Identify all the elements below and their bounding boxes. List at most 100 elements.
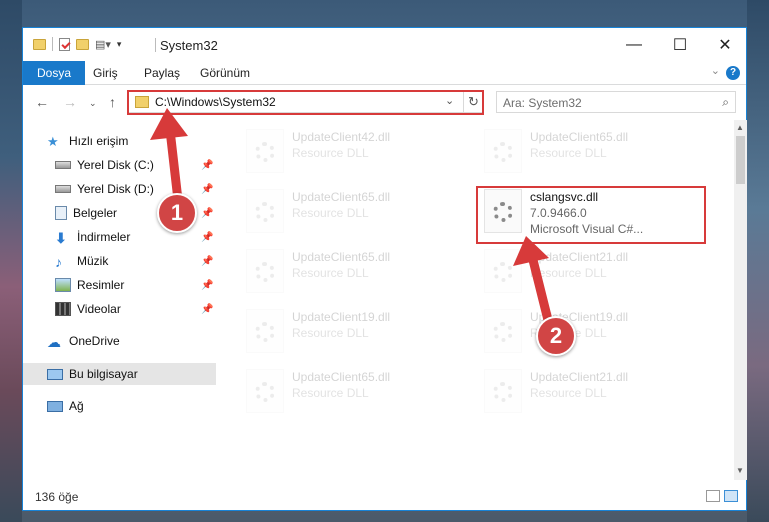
list-item-cslangsvc[interactable]: cslangsvc.dll 7.0.9466.0 Microsoft Visua…	[478, 186, 693, 236]
sidebar-item-quick-access[interactable]: ★ Hızlı erişim	[23, 130, 216, 152]
sidebar-item-label: Videolar	[77, 302, 121, 316]
cloud-icon: ☁	[47, 334, 61, 350]
list-item[interactable]: UpdateClient21.dll Resource DLL	[478, 246, 693, 296]
tab-file[interactable]: Dosya	[23, 61, 86, 85]
details-view-icon[interactable]	[706, 490, 720, 502]
pin-icon[interactable]: 📌	[201, 232, 213, 243]
pin-icon[interactable]: 📌	[201, 184, 213, 195]
step-badge-1: 1	[157, 193, 197, 233]
search-icon[interactable]: ⌕	[722, 95, 729, 110]
computer-icon	[47, 368, 63, 380]
search-box[interactable]: Ara: System32 ⌕	[496, 91, 736, 113]
pin-icon[interactable]: 📌	[201, 160, 213, 171]
pictures-icon	[55, 278, 71, 292]
dll-file-icon	[484, 369, 522, 413]
dll-file-icon	[246, 369, 284, 413]
pin-icon[interactable]: 📌	[201, 280, 213, 291]
chevron-down-icon[interactable]: ⌄	[445, 94, 454, 107]
file-version: 7.0.9466.0	[530, 206, 587, 220]
network-icon	[47, 400, 63, 412]
dll-file-icon	[246, 189, 284, 233]
dll-file-icon	[246, 129, 284, 173]
sidebar-item-label: Yerel Disk (D:)	[77, 182, 154, 196]
list-item[interactable]: UpdateClient21.dll Resource DLL	[478, 366, 693, 416]
sidebar-item-label: Müzik	[77, 254, 109, 268]
status-bar: 136 öğe	[23, 486, 746, 510]
desktop-background-left	[0, 0, 22, 522]
vertical-scrollbar[interactable]: ▲ ▼	[734, 120, 747, 480]
rename-icon[interactable]: ▤▾	[95, 38, 111, 51]
customize-toolbar-icon[interactable]: ▾	[117, 39, 122, 50]
sidebar-item-network[interactable]: Ağ	[23, 395, 216, 417]
maximize-button[interactable]: ☐	[657, 28, 703, 61]
list-item[interactable]: UpdateClient19.dll Resource DLL	[478, 306, 693, 356]
back-icon[interactable]: ←	[35, 94, 49, 110]
file-description: Resource DLL	[292, 146, 369, 160]
file-name: UpdateClient65.dll	[292, 250, 391, 264]
dll-file-icon	[484, 309, 522, 353]
item-count: 136 öğe	[35, 490, 79, 504]
file-name: UpdateClient65.dll	[292, 370, 391, 384]
sidebar-item-label: Hızlı erişim	[69, 134, 129, 148]
sidebar-item-drive-c[interactable]: Yerel Disk (C:) 📌	[23, 154, 216, 176]
address-bar[interactable]: C:\Windows\System32 ⌄ ↻	[128, 91, 483, 113]
properties-icon[interactable]	[59, 37, 70, 51]
sidebar-item-label: Ağ	[69, 399, 84, 413]
drive-icon	[55, 161, 71, 169]
sidebar-item-music[interactable]: ♪ Müzik 📌	[23, 250, 216, 272]
search-placeholder: Ara: System32	[503, 96, 582, 110]
list-item[interactable]: UpdateClient65.dll Resource DLL	[478, 126, 693, 176]
file-list: UpdateClient42.dll Resource DLL UpdateCl…	[216, 120, 734, 480]
pin-icon[interactable]: 📌	[201, 208, 213, 219]
minimize-button[interactable]: —	[611, 28, 657, 61]
up-icon[interactable]: ↑	[109, 94, 116, 110]
documents-icon	[55, 206, 67, 220]
list-item[interactable]: UpdateClient65.dll Resource DLL	[240, 186, 455, 236]
list-item[interactable]: UpdateClient65.dll Resource DLL	[240, 246, 455, 296]
file-description: Resource DLL	[292, 266, 369, 280]
file-name: cslangsvc.dll	[530, 190, 599, 204]
explorer-window: ▤▾ ▾ System32 — ☐ ✕ Dosya Giriş Paylaş G…	[22, 27, 747, 511]
pin-icon[interactable]: 📌	[201, 304, 213, 315]
pin-icon[interactable]: 📌	[201, 256, 213, 267]
collapse-ribbon-icon[interactable]: ⌄	[711, 64, 720, 77]
toolbar-divider	[52, 37, 53, 51]
refresh-icon[interactable]: ↻	[463, 92, 483, 112]
forward-icon[interactable]: →	[63, 94, 77, 110]
sidebar-item-label: Yerel Disk (C:)	[77, 158, 154, 172]
address-path: C:\Windows\System32	[155, 95, 276, 109]
new-folder-icon[interactable]	[76, 38, 89, 50]
file-description: Microsoft Visual C#...	[530, 222, 644, 236]
list-item[interactable]: UpdateClient42.dll Resource DLL	[240, 126, 455, 176]
sidebar-item-pictures[interactable]: Resimler 📌	[23, 274, 216, 296]
help-icon[interactable]: ?	[726, 66, 740, 80]
close-button[interactable]: ✕	[702, 28, 748, 61]
dll-file-icon	[246, 309, 284, 353]
sidebar-item-label: Resimler	[77, 278, 125, 292]
scroll-down-icon[interactable]: ▼	[736, 466, 744, 475]
sidebar-item-videos[interactable]: Videolar 📌	[23, 298, 216, 320]
list-item[interactable]: UpdateClient19.dll Resource DLL	[240, 306, 455, 356]
list-item[interactable]: UpdateClient65.dll Resource DLL	[240, 366, 455, 416]
sidebar-item-onedrive[interactable]: ☁ OneDrive	[23, 330, 216, 352]
tab-home[interactable]: Giriş	[93, 61, 118, 85]
recent-locations-icon[interactable]: ⌄	[89, 98, 97, 109]
desktop-background-right	[747, 0, 769, 522]
file-description: Resource DLL	[530, 146, 607, 160]
tiles-view-icon[interactable]	[724, 490, 738, 502]
file-name: UpdateClient65.dll	[530, 130, 629, 144]
tab-share[interactable]: Paylaş	[144, 61, 180, 85]
sidebar-item-label: Belgeler	[73, 206, 118, 220]
file-description: Resource DLL	[530, 386, 607, 400]
file-name: UpdateClient42.dll	[292, 130, 391, 144]
window-title: System32	[160, 38, 218, 53]
file-description: Resource DLL	[292, 386, 369, 400]
scrollbar-thumb[interactable]	[736, 136, 745, 184]
tab-view[interactable]: Görünüm	[200, 61, 250, 85]
file-description: Resource DLL	[292, 326, 369, 340]
drive-icon	[55, 185, 71, 193]
sidebar-item-this-pc[interactable]: Bu bilgisayar	[23, 363, 216, 385]
folder-icon[interactable]	[33, 38, 46, 50]
file-name: UpdateClient19.dll	[292, 310, 391, 324]
scroll-up-icon[interactable]: ▲	[736, 123, 744, 132]
